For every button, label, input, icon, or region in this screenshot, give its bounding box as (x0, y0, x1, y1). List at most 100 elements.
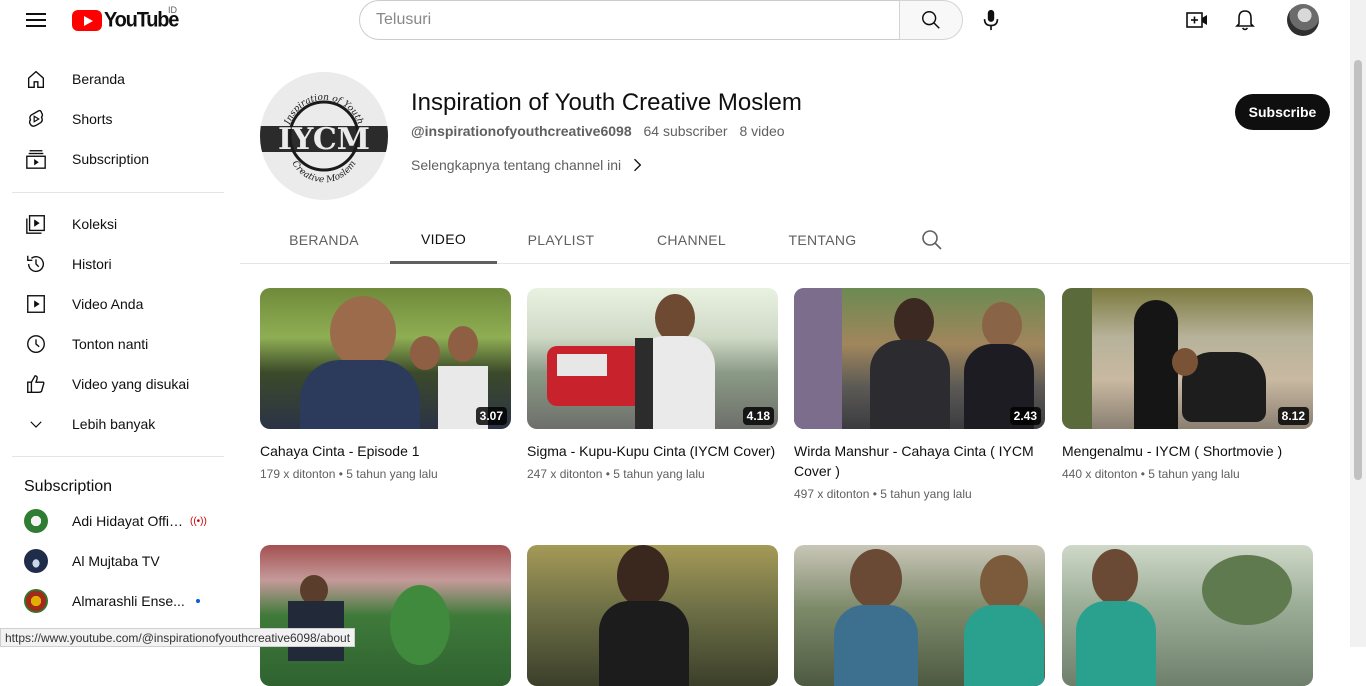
sidebar-item-koleksi[interactable]: Koleksi (12, 204, 224, 244)
video-card[interactable]: 3.07 Cahaya Cinta - Episode 1 179 x dito… (260, 288, 511, 481)
channel-logo: IYCM Inspiration of Youth Creative Mosle… (260, 72, 388, 200)
subscription-item[interactable]: Al Mujtaba TV (12, 541, 224, 581)
video-meta: 497 x ditonton • 5 tahun yang lalu (794, 487, 972, 501)
channel-name: Inspiration of Youth Creative Moslem (411, 89, 802, 116)
channel-handle: @inspirationofyouthcreative6098 (411, 123, 632, 139)
video-thumbnail[interactable] (794, 545, 1045, 686)
sidebar-item-label: Lebih banyak (72, 416, 156, 432)
sidebar-divider (12, 456, 224, 457)
video-thumbnail[interactable] (260, 545, 511, 686)
video-meta: 179 x ditonton • 5 tahun yang lalu (260, 467, 438, 481)
view-count: 179 x ditonton (260, 467, 336, 481)
your-videos-icon (24, 292, 48, 316)
subscription-label: Almarashli Ense... (72, 593, 185, 609)
notifications-button[interactable] (1229, 4, 1261, 36)
create-button[interactable] (1181, 4, 1213, 36)
about-link-text: Selengkapnya tentang channel ini (411, 157, 622, 173)
video-card[interactable]: 4.18 Sigma - Kupu-Kupu Cinta (IYCM Cover… (527, 288, 778, 481)
sidebar-item-subscription[interactable]: Subscription (12, 139, 224, 179)
video-thumbnail[interactable]: 3.07 (260, 288, 511, 429)
mic-icon (983, 9, 999, 31)
sidebar-item-beranda[interactable]: Beranda (12, 59, 224, 99)
scrollbar-thumb[interactable] (1354, 60, 1362, 480)
video-card[interactable]: 2.43 Wirda Manshur - Cahaya Cinta ( IYCM… (794, 288, 1045, 501)
video-card[interactable] (527, 545, 778, 686)
live-icon: ((•)) (190, 515, 207, 527)
video-duration: 8.12 (1277, 407, 1309, 425)
chevron-down-icon (24, 412, 48, 436)
sidebar-item-video-disukai[interactable]: Video yang disukai (12, 364, 224, 404)
video-count: 8 video (739, 123, 785, 139)
video-card[interactable]: 8.12 Mengenalmu - IYCM ( Shortmovie ) 44… (1062, 288, 1313, 481)
subscription-item[interactable]: Almarashli Ense... (12, 581, 224, 621)
video-card[interactable] (1062, 545, 1313, 686)
search-input[interactable] (359, 0, 900, 40)
sidebar-item-histori[interactable]: Histori (12, 244, 224, 284)
subscription-label: Adi Hidayat Offic... (72, 513, 186, 529)
tab-tentang[interactable]: TENTANG (777, 216, 868, 264)
video-duration: 2.43 (1009, 407, 1041, 425)
link-status-bar: https://www.youtube.com/@inspirationofyo… (0, 628, 356, 647)
video-thumbnail[interactable] (527, 545, 778, 686)
youtube-play-icon (72, 9, 102, 31)
account-avatar[interactable] (1287, 4, 1319, 36)
channel-avatar-large[interactable]: IYCM Inspiration of Youth Creative Mosle… (260, 72, 388, 200)
liked-icon (24, 372, 48, 396)
channel-tabs: BERANDA VIDEO PLAYLIST CHANNEL TENTANG (240, 216, 1350, 264)
new-content-dot (196, 599, 200, 603)
video-thumbnail[interactable]: 2.43 (794, 288, 1045, 429)
sidebar-item-label: Shorts (72, 111, 113, 127)
upload-age: 5 tahun yang lalu (346, 467, 438, 481)
search-icon[interactable] (920, 228, 944, 252)
tab-video[interactable]: VIDEO (390, 216, 497, 264)
video-title[interactable]: Wirda Manshur - Cahaya Cinta ( IYCM Cove… (794, 441, 1045, 481)
sidebar-item-label: Beranda (72, 71, 125, 87)
channel-about-link[interactable]: Selengkapnya tentang channel ini (411, 155, 647, 175)
video-meta: 247 x ditonton • 5 tahun yang lalu (527, 467, 705, 481)
subscriptions-heading: Subscription (24, 478, 113, 495)
home-icon (24, 67, 48, 91)
video-title[interactable]: Cahaya Cinta - Episode 1 (260, 441, 511, 461)
channel-avatar (24, 549, 48, 573)
youtube-logo[interactable]: YouTube ID (72, 5, 179, 32)
video-title[interactable]: Mengenalmu - IYCM ( Shortmovie ) (1062, 441, 1313, 461)
subscription-item[interactable]: Adi Hidayat Offic... ((•)) (12, 501, 224, 541)
sidebar-item-lebih-banyak[interactable]: Lebih banyak (12, 404, 224, 444)
subscription-label: Al Mujtaba TV (72, 553, 160, 569)
sidebar-item-tonton-nanti[interactable]: Tonton nanti (12, 324, 224, 364)
tab-beranda[interactable]: BERANDA (278, 216, 370, 264)
video-card[interactable] (794, 545, 1045, 686)
bell-icon (1235, 10, 1255, 31)
channel-logo-text: IYCM (278, 122, 370, 157)
scrollbar[interactable] (1350, 0, 1366, 647)
history-icon (24, 252, 48, 276)
sidebar-item-label: Histori (72, 256, 112, 272)
sidebar-item-label: Tonton nanti (72, 336, 149, 352)
search-button[interactable] (899, 0, 963, 40)
tab-playlist[interactable]: PLAYLIST (517, 216, 605, 264)
video-card[interactable] (260, 545, 511, 686)
sidebar-item-shorts[interactable]: Shorts (12, 99, 224, 139)
search-bar (359, 0, 963, 40)
menu-icon[interactable] (24, 10, 48, 30)
video-thumbnail[interactable]: 8.12 (1062, 288, 1313, 429)
subscriber-count: 64 subscriber (643, 123, 728, 139)
chevron-right-icon (634, 158, 642, 172)
upload-age: 5 tahun yang lalu (1148, 467, 1240, 481)
sidebar-item-label: Koleksi (72, 216, 118, 232)
view-count: 497 x ditonton (794, 487, 870, 501)
subscribe-button[interactable]: Subscribe (1235, 94, 1330, 130)
video-thumbnail[interactable] (1062, 545, 1313, 686)
tab-channel[interactable]: CHANNEL (645, 216, 738, 264)
top-bar: YouTube ID (0, 0, 1350, 40)
video-thumbnail[interactable]: 4.18 (527, 288, 778, 429)
library-icon (24, 212, 48, 236)
video-duration: 3.07 (475, 407, 507, 425)
subscription-icon (24, 147, 48, 171)
shorts-icon (24, 107, 48, 131)
mic-button[interactable] (975, 4, 1007, 36)
channel-avatar (24, 509, 48, 533)
video-meta: 440 x ditonton • 5 tahun yang lalu (1062, 467, 1240, 481)
video-title[interactable]: Sigma - Kupu-Kupu Cinta (IYCM Cover) (527, 441, 778, 461)
sidebar-item-video-anda[interactable]: Video Anda (12, 284, 224, 324)
